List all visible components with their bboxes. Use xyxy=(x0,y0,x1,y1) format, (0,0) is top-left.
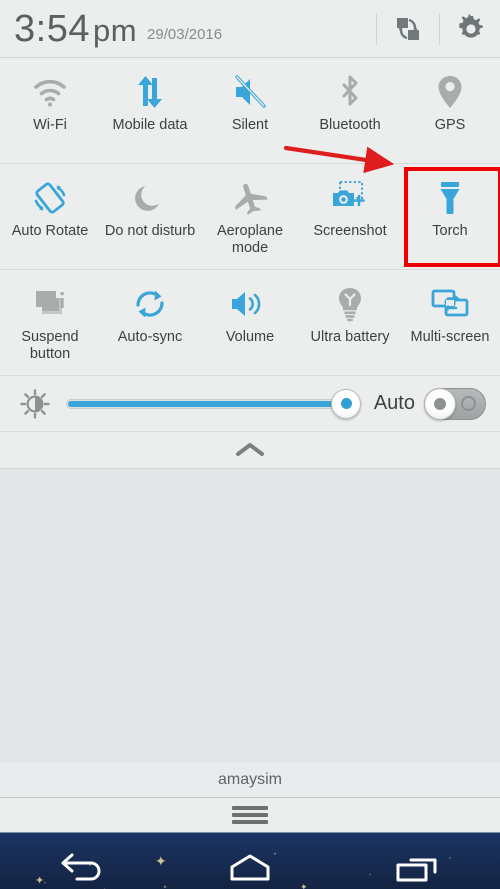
do-not-disturb-icon xyxy=(132,177,168,219)
tile-do-not-disturb[interactable]: Do not disturb xyxy=(100,164,200,269)
screenshot-icon xyxy=(329,177,371,219)
wifi-icon xyxy=(30,71,70,113)
header-divider-2 xyxy=(439,12,440,45)
red-arrow-icon xyxy=(283,145,395,174)
auto-brightness-toggle[interactable] xyxy=(424,387,486,420)
tile-label: Multi-screen xyxy=(410,329,490,345)
navigation-bar: ✦ ✦ ✦ ✦ xyxy=(0,832,500,889)
toggle-knob xyxy=(424,387,456,420)
date-label: 29/03/2016 xyxy=(147,26,223,43)
slider-knob[interactable] xyxy=(331,388,362,419)
tile-label: GPS xyxy=(434,117,466,133)
tile-mobile-data[interactable]: Mobile data xyxy=(100,58,200,163)
notification-list xyxy=(0,469,500,763)
tile-wifi[interactable]: Wi-Fi xyxy=(0,58,100,163)
tile-auto-sync[interactable]: Auto-sync xyxy=(100,270,200,375)
tile-label: Ultra battery xyxy=(310,329,390,345)
drag-handle-icon xyxy=(232,806,268,824)
tile-ultra-battery[interactable]: Ultra battery xyxy=(300,270,400,375)
header-divider-1 xyxy=(376,12,377,45)
mobile-data-icon xyxy=(130,71,170,113)
carrier-label: amaysim xyxy=(217,771,282,788)
tile-label: Bluetooth xyxy=(319,117,381,133)
clock-time: 3:54 xyxy=(14,7,90,50)
quick-settings-row-3: Suspend button Auto-sync Volume Ultra ba… xyxy=(0,270,500,376)
carrier-row: amaysim xyxy=(0,763,500,798)
clock: 3:54pm xyxy=(14,10,137,48)
wallpaper-star: ✦ xyxy=(155,852,167,869)
collapse-panel-button[interactable] xyxy=(0,432,500,469)
suspend-button-icon xyxy=(31,283,69,325)
tile-label: Aeroplane mode xyxy=(216,223,284,256)
brightness-row: Auto xyxy=(0,376,500,432)
wallpaper-star: ✦ xyxy=(300,881,308,889)
home-icon xyxy=(230,854,270,880)
bluetooth-icon xyxy=(335,71,365,113)
tile-label: Auto Rotate xyxy=(11,223,89,239)
toggle-off-ring xyxy=(461,396,476,411)
tile-multi-screen[interactable]: Multi-screen xyxy=(400,270,500,375)
silent-icon xyxy=(230,71,270,113)
gps-icon xyxy=(435,71,465,113)
tile-gps[interactable]: GPS xyxy=(400,58,500,163)
back-button[interactable] xyxy=(38,840,128,889)
tile-aeroplane-mode[interactable]: Aeroplane mode xyxy=(200,164,300,269)
quick-settings-screen: 3:54pm 29/03/2016 Wi-Fi Mobile data Sile… xyxy=(0,0,500,889)
slider-knob-dot xyxy=(340,398,352,409)
brightness-icon xyxy=(18,388,52,419)
tile-label: Auto-sync xyxy=(117,329,183,345)
brightness-slider[interactable] xyxy=(66,388,362,419)
tile-torch[interactable]: Torch xyxy=(400,164,500,269)
auto-brightness-label: Auto xyxy=(373,392,415,414)
quick-settings-row-2: Auto Rotate Do not disturb Aeroplane mod… xyxy=(0,145,500,270)
slider-fill xyxy=(68,400,345,407)
volume-icon xyxy=(229,283,271,325)
toggle-knob-dot xyxy=(434,397,446,410)
tile-suspend-button[interactable]: Suspend button xyxy=(0,270,100,375)
quick-settings-row-1: Wi-Fi Mobile data Silent Bluetooth GPS xyxy=(0,58,500,164)
aeroplane-mode-icon xyxy=(229,177,271,219)
clock-ampm: pm xyxy=(92,12,138,48)
tile-label: Volume xyxy=(225,329,275,345)
gear-icon[interactable] xyxy=(454,12,488,46)
auto-sync-icon xyxy=(131,283,169,325)
tile-label: Mobile data xyxy=(112,117,188,133)
ultra-battery-icon xyxy=(333,283,367,325)
tile-label: Silent xyxy=(231,117,269,133)
back-icon xyxy=(61,853,101,880)
recent-apps-button[interactable] xyxy=(372,840,462,889)
torch-icon xyxy=(433,177,467,219)
panel-drag-handle[interactable] xyxy=(0,798,500,832)
tile-volume[interactable]: Volume xyxy=(200,270,300,375)
status-header: 3:54pm 29/03/2016 xyxy=(0,0,500,58)
tile-label: Torch xyxy=(432,223,468,239)
tile-label: Wi-Fi xyxy=(33,117,67,133)
home-button[interactable] xyxy=(205,840,295,889)
tile-label: Suspend button xyxy=(21,329,79,362)
switch-user-icon[interactable] xyxy=(391,12,425,46)
chevron-up-icon xyxy=(236,443,264,456)
tile-screenshot[interactable]: Screenshot xyxy=(300,164,400,269)
auto-rotate-icon xyxy=(30,177,70,219)
tile-label: Do not disturb xyxy=(104,223,196,239)
multi-screen-icon xyxy=(429,283,471,325)
tile-auto-rotate[interactable]: Auto Rotate xyxy=(0,164,100,269)
tile-label: Screenshot xyxy=(313,223,387,239)
recent-apps-icon xyxy=(396,858,437,881)
